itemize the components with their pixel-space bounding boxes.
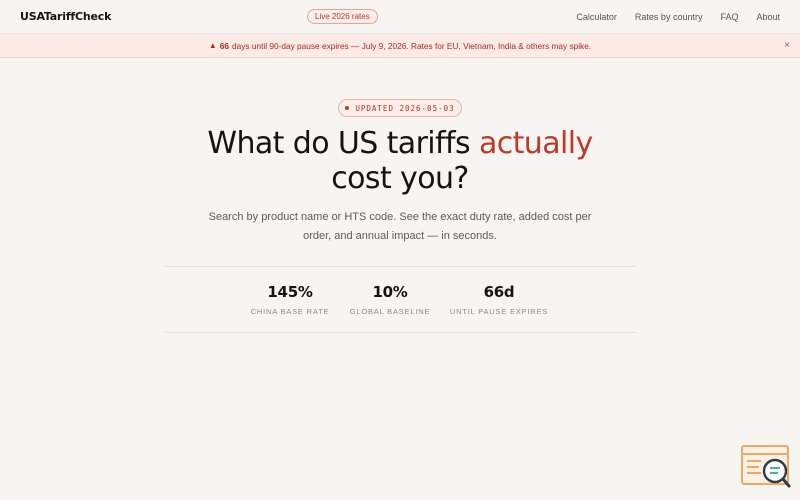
stat-label: GLOBAL BASELINE bbox=[349, 307, 431, 316]
banner-days: 66 bbox=[219, 40, 230, 51]
stat-value: 145% bbox=[267, 283, 313, 301]
hero-subtitle: Search by product name or HTS code. See … bbox=[208, 211, 592, 242]
search-document-icon[interactable] bbox=[741, 445, 791, 489]
stat-label: UNTIL PAUSE EXPIRES bbox=[449, 307, 549, 316]
title-accent: actually bbox=[478, 126, 593, 161]
title-part-1: What do US tariffs bbox=[207, 126, 479, 161]
updated-text: UPDATED 2026-05-03 bbox=[355, 103, 455, 113]
stat-label: CHINA BASE RATE bbox=[250, 307, 330, 316]
banner-message: days until 90-day pause expires — July 9… bbox=[232, 40, 592, 51]
top-navigation: USATariffCheck Calculator Rates by count… bbox=[0, 0, 800, 34]
stat-value: 10% bbox=[372, 283, 408, 301]
nav-about[interactable]: About bbox=[756, 12, 780, 22]
updated-badge: UPDATED 2026-05-03 bbox=[338, 99, 462, 117]
stat-value: 66d bbox=[483, 283, 515, 301]
stat-global-baseline: 10% GLOBAL BASELINE bbox=[345, 283, 435, 316]
nav-rates-by-country[interactable]: Rates by country bbox=[635, 12, 703, 22]
status-dot bbox=[345, 106, 350, 110]
site-logo[interactable]: USATariffCheck bbox=[20, 10, 111, 23]
pause-expiry-banner: ▲ 66 days until 90-day pause expires — J… bbox=[0, 34, 800, 58]
stat-china-base-rate: 145% CHINA BASE RATE bbox=[245, 283, 335, 316]
title-part-2: cost you? bbox=[331, 161, 469, 196]
stat-until-pause-expires: 66d UNTIL PAUSE EXPIRES bbox=[449, 283, 549, 316]
warning-icon: ▲ bbox=[208, 41, 217, 50]
nav-links: Calculator Rates by country FAQ About bbox=[576, 12, 780, 22]
page-title: What do US tariffs actually cost you? bbox=[0, 126, 800, 196]
nav-faq[interactable]: FAQ bbox=[720, 12, 738, 22]
stats-row: 145% CHINA BASE RATE 10% GLOBAL BASELINE… bbox=[165, 266, 636, 333]
close-icon[interactable]: × bbox=[784, 40, 790, 51]
live-rates-badge: Live 2026 rates bbox=[307, 9, 378, 24]
nav-calculator[interactable]: Calculator bbox=[576, 12, 617, 22]
